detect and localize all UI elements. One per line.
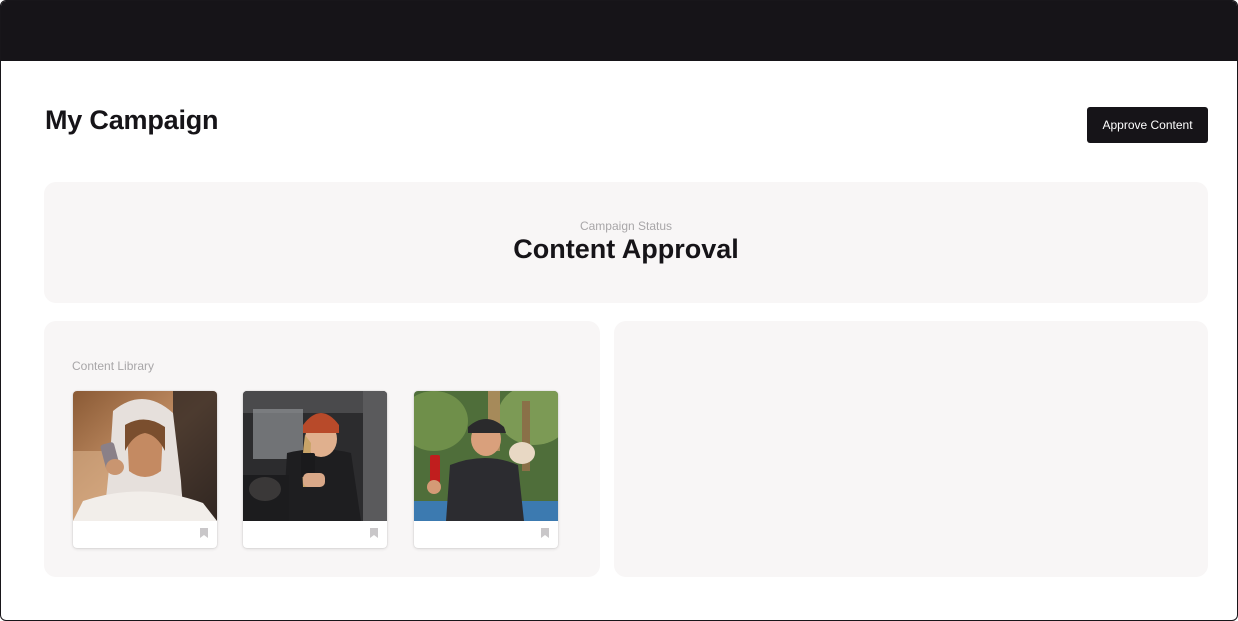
content-library-label: Content Library <box>72 359 155 373</box>
content-preview-panel <box>614 321 1208 577</box>
campaign-status-panel: Campaign Status Content Approval <box>44 182 1208 303</box>
campaign-status-value: Content Approval <box>513 234 739 264</box>
content-card[interactable] <box>414 391 558 548</box>
content-card[interactable] <box>243 391 387 548</box>
content-card[interactable] <box>73 391 217 548</box>
bookmark-icon[interactable] <box>370 528 378 538</box>
page-title: My Campaign <box>45 105 219 135</box>
bookmark-icon[interactable] <box>200 528 208 538</box>
content-library-panel: Content Library <box>44 321 600 577</box>
top-navigation-bar <box>1 1 1237 61</box>
approve-content-button[interactable]: Approve Content <box>1087 107 1208 143</box>
content-thumbnail-image <box>414 391 558 521</box>
app-window: My Campaign Approve Content Campaign Sta… <box>0 0 1238 621</box>
content-thumbnail-image <box>73 391 217 521</box>
campaign-status-label: Campaign Status <box>579 219 673 233</box>
bookmark-icon[interactable] <box>541 528 549 538</box>
content-thumbnail-image <box>243 391 387 521</box>
